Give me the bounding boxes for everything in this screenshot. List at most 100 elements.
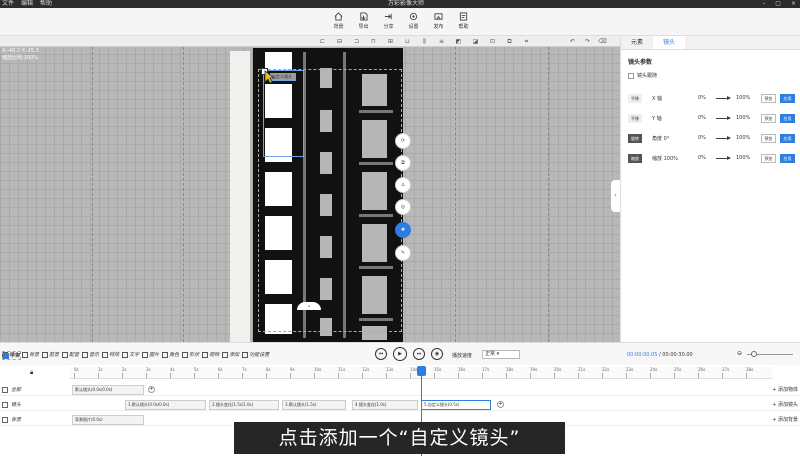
align-middle-icon[interactable]: ⊞	[386, 37, 395, 46]
timeline-tool-video[interactable]: 视频	[202, 351, 219, 358]
timeline-tool-add[interactable]: 添加	[222, 351, 239, 358]
param-name: 缩放 100%	[652, 156, 678, 162]
timeline-zoom-slider[interactable]: ⊖	[737, 350, 797, 358]
float-tool-mode-button[interactable]: ◎	[395, 199, 411, 215]
timeline-tool-shape[interactable]: 形状	[182, 351, 199, 358]
maximize-icon[interactable]: ▢	[775, 0, 781, 8]
param-category: 缩放	[628, 154, 642, 163]
float-tool-edit-button[interactable]: ✎	[395, 245, 411, 261]
camera-clip[interactable]: 4.镜头变化(1.0s)	[352, 400, 418, 410]
play-button[interactable]: ▶	[393, 347, 407, 361]
add-clip-button[interactable]: +	[148, 386, 155, 393]
collapse-timeline-button[interactable]: ⌄	[297, 302, 321, 310]
param-from[interactable]: 0%	[698, 95, 706, 101]
add-camera-track-button[interactable]: + 添加镜头	[772, 401, 798, 408]
bring-front-icon[interactable]: ◩	[454, 37, 463, 46]
preview-button[interactable]: 预览	[761, 154, 776, 163]
timeline-tool-effects[interactable]: 特效	[102, 351, 119, 358]
timeline-tool-voice[interactable]: 配音	[62, 351, 79, 358]
zoom-out-icon[interactable]: ⊖	[737, 350, 742, 357]
float-tool-camera-button[interactable]: ⌂	[395, 177, 411, 193]
param-from[interactable]: 0%	[698, 135, 706, 141]
track-row: 镜头 1.默认镜头(0.0s/0.0s) 2.镜头变化(1.5s/1.0s) 3…	[0, 399, 800, 411]
distribute-v-icon[interactable]: ≡	[437, 37, 446, 46]
menu-file[interactable]: 文件	[2, 0, 14, 8]
timeline-tool-text[interactable]: 文字	[122, 351, 139, 358]
send-back-icon[interactable]: ◪	[471, 37, 480, 46]
float-tool-copy-button[interactable]: ⧉	[395, 155, 411, 171]
timeline-tool-subtitle[interactable]: 字幕	[2, 351, 22, 360]
align-left-icon[interactable]: ⊏	[318, 37, 327, 46]
align-center-icon[interactable]: ⊟	[335, 37, 344, 46]
param-to[interactable]: 100%	[736, 155, 750, 161]
toolbar-help-button[interactable]: 帮助	[455, 11, 472, 30]
tab-camera[interactable]: 镜头	[653, 36, 686, 49]
camera-clip-selected[interactable]: 5.自定义镜头(0.5s)	[421, 400, 491, 410]
add-camera-button[interactable]: +	[497, 401, 504, 408]
panel-section-title: 镜头参数	[628, 59, 653, 66]
timeline-tool-settings[interactable]: 功能设置	[242, 351, 269, 358]
timeline-tool-image[interactable]: 图片	[142, 351, 159, 358]
param-to[interactable]: 100%	[736, 115, 750, 121]
apply-button[interactable]: 应用	[780, 154, 795, 163]
distribute-h-icon[interactable]: ⫼	[420, 37, 429, 46]
zoom-slider-handle[interactable]	[751, 351, 757, 357]
speed-select[interactable]: 正常 ▾	[482, 350, 520, 359]
checkbox-icon	[628, 72, 634, 79]
editor-canvas[interactable]: ⊏ ⊟ ⊐ ⊓ ⊞ ⊔ ⫼ ≡ ◩ ◪ ⊡ ⧉ ⌗ ↶ ↷ ⌫ X:-40.2 …	[0, 36, 620, 342]
group-icon[interactable]: ⧉	[505, 37, 514, 46]
param-from[interactable]: 0%	[698, 115, 706, 121]
delete-icon[interactable]: ⌫	[598, 37, 607, 46]
paper-strip[interactable]	[230, 51, 250, 342]
camera-clip[interactable]: 3.默认镜头(1.5s)	[282, 400, 346, 410]
tab-element[interactable]: 元素	[621, 36, 653, 49]
camera-follow-checkbox[interactable]: 镜头跟随	[628, 72, 657, 79]
undo-icon[interactable]: ↶	[568, 37, 577, 46]
collapse-panel-button[interactable]: ›	[611, 180, 620, 212]
minimize-icon[interactable]: –	[762, 0, 765, 8]
preview-button[interactable]: 预览	[761, 134, 776, 143]
float-tool-add-camera-button[interactable]: ✚	[395, 222, 411, 238]
crop-icon[interactable]: ⌗	[522, 37, 531, 46]
menu-help[interactable]: 帮助	[40, 0, 52, 8]
align-top-icon[interactable]: ⊓	[369, 37, 378, 46]
camera-icon	[2, 401, 8, 408]
camera-clip[interactable]: 2.镜头变化(1.5s/1.0s)	[209, 400, 279, 410]
preview-button[interactable]: 预览	[761, 114, 776, 123]
toolbar-export-button[interactable]: 导出	[355, 11, 372, 30]
apply-button[interactable]: 应用	[780, 114, 795, 123]
align-right-icon[interactable]: ⊐	[352, 37, 361, 46]
apply-button[interactable]: 应用	[780, 134, 795, 143]
add-background-button[interactable]: + 添加背景	[772, 416, 798, 423]
toolbar-share-button[interactable]: 分享	[380, 11, 397, 30]
window-title: 万彩影像大师	[388, 0, 425, 7]
lock-icon[interactable]: 🔒︎	[30, 369, 33, 377]
previous-button[interactable]: ⏮	[375, 348, 387, 360]
background-clip[interactable]: 背景图片(0.0s)	[72, 415, 144, 425]
close-icon[interactable]: ×	[791, 0, 796, 8]
next-button[interactable]: ⏭	[413, 348, 425, 360]
add-object-button[interactable]: + 添加物体	[772, 386, 798, 393]
timeline-tool-music[interactable]: 音乐	[82, 351, 99, 358]
timeline-tool-background[interactable]: 背景	[22, 351, 39, 358]
timeline-clip[interactable]: 默认镜头(0.0s/0.0s)	[72, 385, 144, 395]
toolbar-settings-button[interactable]: 设置	[405, 11, 422, 30]
timeline-tool-foreground[interactable]: 前景	[42, 351, 59, 358]
camera-clip[interactable]: 1.默认镜头(0.0s/0.0s)	[125, 400, 206, 410]
lock-icon[interactable]: ⊡	[488, 37, 497, 46]
param-to[interactable]: 100%	[736, 135, 750, 141]
timeline-tool-role[interactable]: 角色	[162, 351, 179, 358]
menu-edit[interactable]: 编辑	[21, 0, 33, 8]
window-controls: – ▢ ×	[762, 0, 796, 8]
redo-icon[interactable]: ↷	[583, 37, 592, 46]
ruler-tick: 16s	[458, 367, 466, 378]
param-from[interactable]: 0%	[698, 155, 706, 161]
param-to[interactable]: 100%	[736, 95, 750, 101]
loop-button[interactable]: ◉	[431, 348, 443, 360]
toolbar-home-button[interactable]: 背景	[330, 11, 347, 30]
align-bottom-icon[interactable]: ⊔	[403, 37, 412, 46]
toolbar-publish-button[interactable]: 发布	[430, 11, 447, 30]
apply-button[interactable]: 应用	[780, 94, 795, 103]
float-tool-sync-button[interactable]: ⟳	[395, 133, 411, 149]
preview-button[interactable]: 预览	[761, 94, 776, 103]
